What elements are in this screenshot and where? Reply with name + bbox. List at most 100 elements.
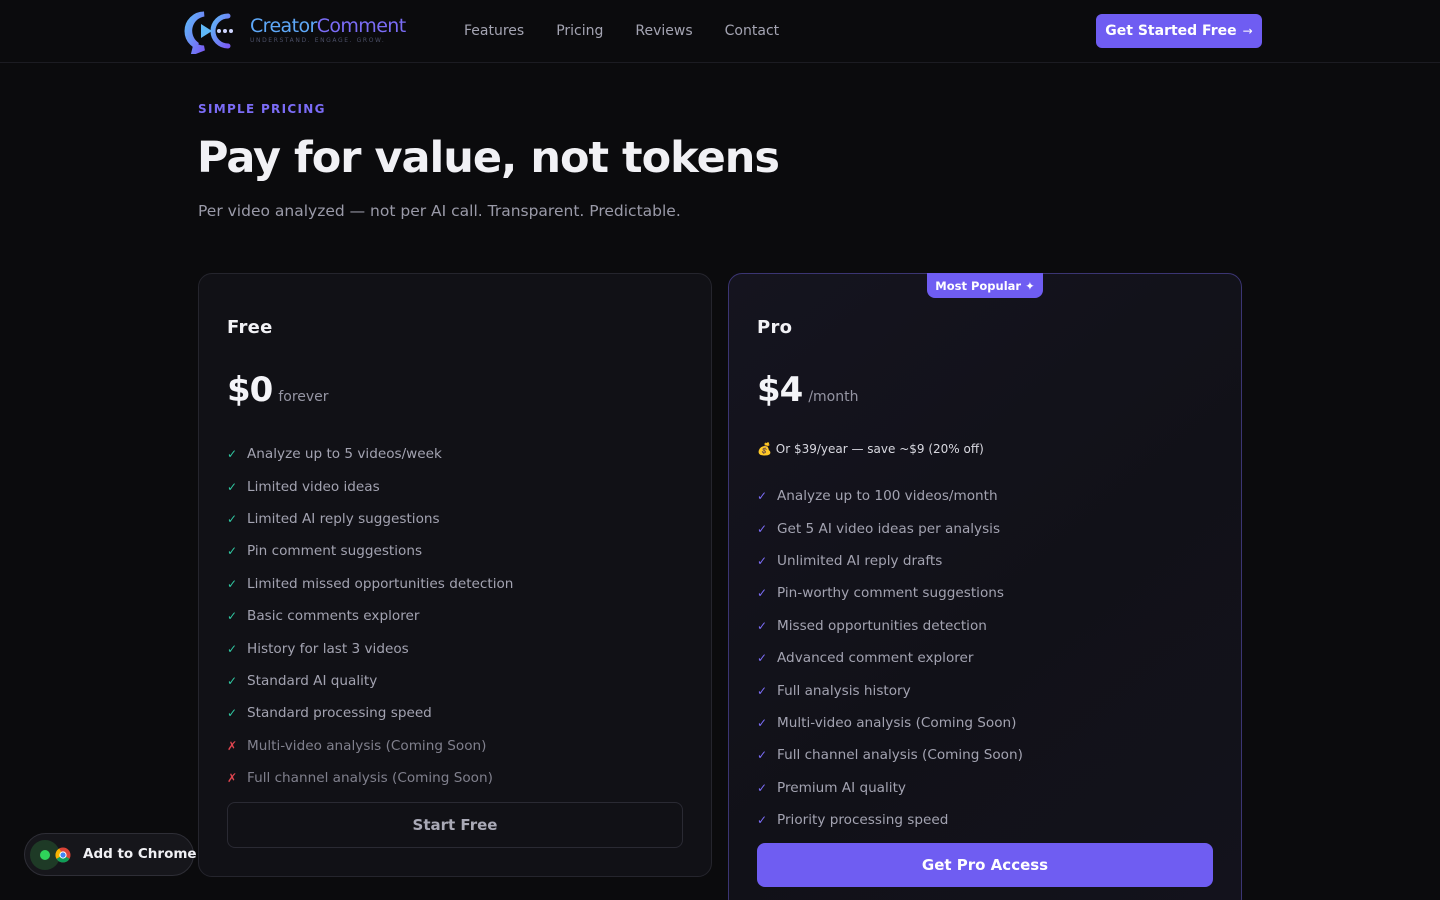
feature-item: ✓ Missed opportunities detection — [757, 610, 1023, 642]
check-icon: ✓ — [757, 553, 768, 568]
feature-item: ✓ Get 5 AI video ideas per analysis — [757, 512, 1023, 544]
start-free-button[interactable]: Start Free — [227, 802, 683, 848]
nav-link-reviews[interactable]: Reviews — [635, 22, 692, 40]
feature-text: Get 5 AI video ideas per analysis — [777, 520, 1001, 537]
check-icon: ✓ — [757, 715, 768, 730]
nav-link-contact[interactable]: Contact — [725, 22, 779, 40]
most-popular-badge: Most Popular ✦ — [927, 273, 1043, 298]
pricing-eyebrow: SIMPLE PRICING — [198, 102, 326, 116]
check-icon: ✓ — [227, 706, 238, 721]
feature-item: ✓ Full analysis history — [757, 674, 1023, 706]
feature-item: ✓ Full channel analysis (Coming Soon) — [757, 739, 1023, 771]
feature-item: ✓ Premium AI quality — [757, 772, 1023, 804]
status-dot-icon — [40, 850, 50, 860]
feature-text: Full channel analysis (Coming Soon) — [247, 770, 493, 787]
page-title: Pay for value, not tokens — [197, 133, 780, 183]
feature-text: Pin comment suggestions — [247, 543, 423, 560]
feature-item: ✓ History for last 3 videos — [227, 632, 513, 664]
get-pro-access-button[interactable]: Get Pro Access — [757, 843, 1213, 887]
feature-item: ✓ Multi-video analysis (Coming Soon) — [757, 707, 1023, 739]
feature-text: Standard processing speed — [247, 705, 432, 722]
feature-item: ✗ Full channel analysis (Coming Soon) — [227, 762, 513, 794]
brand-name: CreatorComment — [250, 15, 450, 37]
check-icon: ✓ — [227, 641, 238, 656]
plan-card-pro: Most Popular ✦ Pro $4 /month 💰 Or $39/ye… — [728, 273, 1242, 900]
plan-card-free: Free $0 forever ✓ Analyze up to 5 videos/… — [198, 273, 712, 877]
feature-text: Limited video ideas — [247, 478, 380, 495]
add-to-chrome-label: Add to Chrome — [83, 846, 197, 862]
annual-pricing-note: 💰 Or $39/year — save ~$9 (20% off) — [757, 442, 984, 456]
get-started-free-label: Get Started Free — [1105, 23, 1237, 39]
page-subtitle: Per video analyzed — not per AI call. Tr… — [198, 202, 681, 220]
feature-item: ✓ Unlimited AI reply drafts — [757, 545, 1023, 577]
nav-link-features[interactable]: Features — [464, 22, 524, 40]
feature-text: Analyze up to 5 videos/week — [247, 446, 442, 463]
plan-period: forever — [278, 389, 329, 405]
plan-name: Free — [227, 317, 273, 338]
check-icon: ✓ — [227, 511, 238, 526]
feature-text: Basic comments explorer — [247, 608, 420, 625]
feature-text: Standard AI quality — [247, 672, 378, 689]
feature-text: Missed opportunities detection — [777, 617, 987, 634]
brand-logo-link[interactable]: CreatorComment UNDERSTAND. ENGAGE. GROW. — [182, 8, 406, 54]
feature-list: ✓ Analyze up to 5 videos/week ✓ Limited vid… — [227, 438, 513, 794]
plan-price: $0 — [227, 370, 273, 410]
check-icon: ✓ — [227, 544, 238, 559]
check-icon: ✓ — [757, 780, 768, 795]
feature-text: Priority processing speed — [777, 812, 949, 829]
check-icon: ✓ — [227, 673, 238, 688]
main-nav: Features Pricing Reviews Contact — [464, 22, 811, 40]
chat-bubble-logo-icon — [184, 11, 233, 54]
check-icon: ✓ — [757, 683, 768, 698]
feature-text: Unlimited AI reply drafts — [777, 552, 943, 569]
cross-icon: ✗ — [227, 738, 238, 753]
feature-item: ✓ Basic comments explorer — [227, 600, 513, 632]
feature-text: Advanced comment explorer — [777, 650, 974, 667]
feature-item: ✓ Limited video ideas — [227, 470, 513, 502]
check-icon: ✓ — [757, 586, 768, 601]
cross-icon: ✗ — [227, 771, 238, 786]
feature-item: ✓ Priority processing speed — [757, 804, 1023, 836]
chrome-icon — [55, 847, 71, 863]
check-icon: ✓ — [757, 489, 768, 504]
check-icon: ✓ — [757, 521, 768, 536]
brand-tagline: UNDERSTAND. ENGAGE. GROW. — [250, 37, 386, 44]
feature-item: ✓ Pin-worthy comment suggestions — [757, 577, 1023, 609]
feature-item: ✓ Standard AI quality — [227, 665, 513, 697]
add-to-chrome-button[interactable]: Add to Chrome — [24, 833, 197, 876]
feature-list: ✓ Analyze up to 100 videos/month ✓ Get 5 AI… — [757, 480, 1023, 836]
feature-item: ✓ Limited missed opportunities detection — [227, 568, 513, 600]
feature-item: ✓ Analyze up to 100 videos/month — [757, 480, 1023, 512]
feature-text: Full analysis history — [777, 682, 911, 699]
feature-text: Multi-video analysis (Coming Soon) — [247, 737, 487, 754]
check-icon: ✓ — [757, 813, 768, 828]
get-started-free-button[interactable]: Get Started Free → — [1096, 14, 1262, 48]
top-navigation-bar: CreatorComment UNDERSTAND. ENGAGE. GROW.… — [0, 0, 1440, 63]
feature-item: ✓ Standard processing speed — [227, 697, 513, 729]
feature-text: Limited AI reply suggestions — [247, 510, 440, 527]
feature-text: Multi-video analysis (Coming Soon) — [777, 714, 1017, 731]
check-icon: ✓ — [757, 618, 768, 633]
feature-text: Pin-worthy comment suggestions — [777, 585, 1004, 602]
brand-name-part2: Comment — [316, 15, 406, 37]
feature-text: Analyze up to 100 videos/month — [777, 488, 998, 505]
feature-item: ✓ Analyze up to 5 videos/week — [227, 438, 513, 470]
brand-name-part1: Creator — [250, 15, 317, 37]
feature-item: ✓ Advanced comment explorer — [757, 642, 1023, 674]
check-icon: ✓ — [227, 609, 238, 624]
check-icon: ✓ — [757, 748, 768, 763]
check-icon: ✓ — [227, 447, 238, 462]
nav-link-pricing[interactable]: Pricing — [556, 22, 603, 40]
feature-item: ✗ Multi-video analysis (Coming Soon) — [227, 730, 513, 762]
feature-text: Limited missed opportunities detection — [247, 575, 514, 592]
feature-text: Full channel analysis (Coming Soon) — [777, 747, 1023, 764]
arrow-right-icon: → — [1242, 24, 1253, 38]
plan-name: Pro — [757, 317, 793, 338]
price-row: $4 /month — [757, 370, 858, 410]
feature-text: History for last 3 videos — [247, 640, 409, 657]
plan-period: /month — [808, 389, 859, 405]
feature-item: ✓ Pin comment suggestions — [227, 535, 513, 567]
feature-text: Premium AI quality — [777, 779, 906, 796]
price-row: $0 forever — [227, 370, 329, 410]
plan-price: $4 — [757, 370, 803, 410]
